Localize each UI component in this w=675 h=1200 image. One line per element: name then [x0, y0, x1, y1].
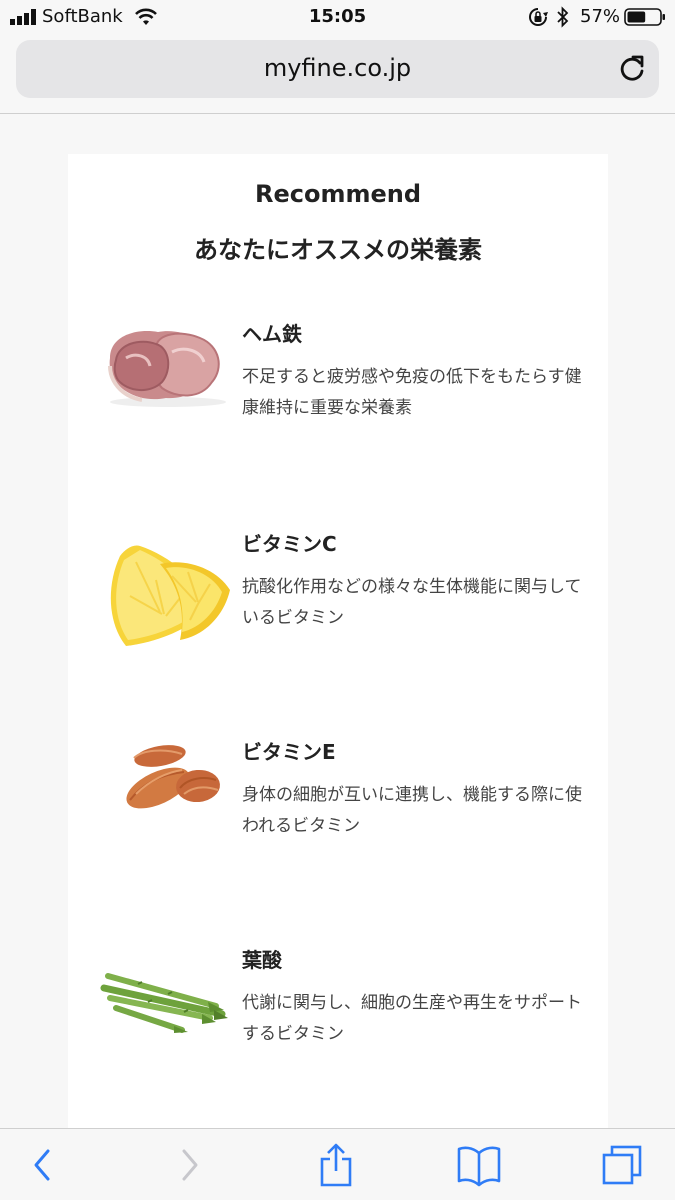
asparagus-image: [100, 973, 228, 1033]
tabs-icon[interactable]: [600, 1143, 644, 1187]
status-bar: SoftBank 15:05 57%: [0, 0, 675, 34]
address-bar[interactable]: myfine.co.jp: [16, 40, 659, 98]
orientation-lock-icon: [529, 8, 548, 26]
bluetooth-icon: [557, 6, 569, 28]
battery-percent: 57%: [580, 6, 621, 27]
lemon-image: [110, 545, 230, 646]
divider: [0, 113, 675, 114]
nutrient-description: 代謝に関与し、細胞の生産や再生をサポートするビタミン: [242, 993, 582, 1044]
almond-image: [126, 745, 220, 809]
section-title-ja: あなたにオススメの栄養素: [194, 236, 482, 264]
back-icon[interactable]: [28, 1143, 56, 1187]
nutrient-title: ビタミンE: [242, 740, 336, 764]
nutrient-title: 葉酸: [242, 948, 282, 972]
url-text[interactable]: myfine.co.jp: [16, 54, 659, 82]
nutrient-description: 不足すると疲労感や免疫の低下をもたらす健康維持に重要な栄養素: [242, 367, 582, 418]
bookmarks-icon[interactable]: [456, 1143, 502, 1187]
nutrient-title: ビタミンC: [242, 532, 337, 556]
nutrient-item-heme-iron[interactable]: ヘム鉄 不足すると疲労感や免疫の低下をもたらす健康維持に重要な栄養素: [68, 318, 608, 498]
nutrient-title: ヘム鉄: [242, 322, 302, 346]
section-title-en: Recommend: [254, 180, 422, 208]
nutrient-item-vitamin-e[interactable]: ビタミンE 身体の細胞が互いに連携し、機能する際に使われるビタミン: [68, 736, 608, 916]
nutrient-item-folic-acid[interactable]: 葉酸 代謝に関与し、細胞の生産や再生をサポートするビタミン: [68, 944, 608, 1124]
nutrient-item-vitamin-c[interactable]: ビタミンC 抗酸化作用などの様々な生体機能に関与しているビタミン: [68, 528, 608, 708]
forward-icon: [182, 1149, 198, 1181]
share-icon[interactable]: [318, 1143, 354, 1187]
nutrient-description: 抗酸化作用などの様々な生体機能に関与しているビタミン: [242, 577, 582, 628]
recommend-card: Recommend あなたにオススメの栄養素 ヘム鉄 不足すると疲労感や免疫の低…: [68, 154, 608, 1134]
meat-image: [108, 331, 226, 407]
reload-icon[interactable]: [618, 54, 646, 84]
battery-icon: [624, 8, 665, 26]
browser-toolbar: [0, 1128, 675, 1200]
clock: 15:05: [308, 6, 367, 27]
nutrient-description: 身体の細胞が互いに連携し、機能する際に使われるビタミン: [242, 785, 582, 836]
